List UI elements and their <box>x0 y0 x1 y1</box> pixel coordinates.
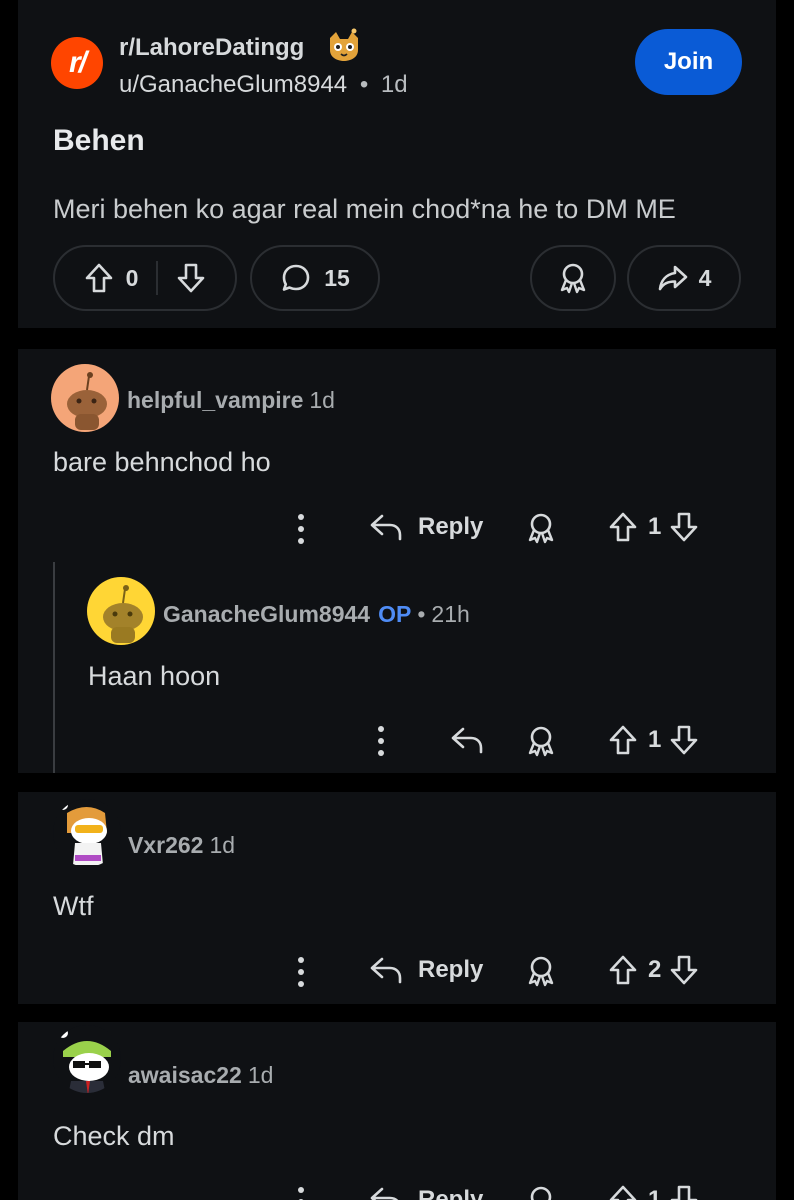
avatar[interactable] <box>87 577 155 645</box>
award-icon[interactable] <box>525 954 557 988</box>
comment-author[interactable]: Vxr262 1d <box>128 832 235 859</box>
meta-separator: • <box>359 71 369 98</box>
cat-badge-icon <box>330 28 358 61</box>
reply-button[interactable]: Reply <box>368 954 483 986</box>
post-meta: u/GanacheGlum8944 • 1d <box>119 71 408 99</box>
reply-arrow-icon[interactable] <box>449 724 485 756</box>
reply-arrow-icon <box>370 1187 399 1200</box>
share-button[interactable]: 4 <box>627 245 741 311</box>
more-options-icon[interactable] <box>293 512 309 546</box>
comment-score: 1 <box>648 1186 662 1200</box>
share-icon <box>658 265 687 291</box>
vote-bar: 0 <box>53 245 237 311</box>
join-button[interactable]: Join <box>635 29 742 95</box>
comment-votes: 2 <box>608 954 699 986</box>
post-card: r/ r/LahoreDatingg u/GanacheGlum8944 • 1… <box>18 0 776 328</box>
comment-author[interactable]: GanacheGlum8944 OP • 21h <box>163 601 470 628</box>
award-icon <box>560 263 586 294</box>
comment-time: 21h <box>431 601 470 627</box>
upvote-icon[interactable] <box>608 724 638 756</box>
reply-arrow-icon <box>370 957 402 984</box>
comment-time: 1d <box>209 832 236 858</box>
downvote-icon[interactable] <box>669 724 699 756</box>
award-icon[interactable] <box>525 724 557 758</box>
reply-arrow-icon <box>370 514 402 541</box>
comment-thread: Vxr262 1d Wtf Reply 2 <box>18 792 776 1004</box>
comment-bubble-icon <box>282 264 310 291</box>
share-count: 4 <box>698 264 712 291</box>
thread-line[interactable] <box>53 562 55 773</box>
vote-divider <box>156 261 159 295</box>
subreddit-logo[interactable]: r/ <box>51 37 103 89</box>
comment-text: Haan hoon <box>88 661 221 691</box>
reply-button[interactable]: Reply <box>368 1184 483 1200</box>
downvote-icon[interactable] <box>176 262 206 294</box>
comment-score: 1 <box>648 513 662 540</box>
post-score: 0 <box>125 264 139 291</box>
comment-count: 15 <box>324 264 350 291</box>
comment-time: 1d <box>247 1062 274 1088</box>
upvote-icon[interactable] <box>608 954 638 986</box>
post-body[interactable]: Meri behen ko agar real mein chod*na he … <box>53 194 676 225</box>
meta-separator: • <box>417 601 426 627</box>
snoo-avatar-icon <box>67 372 107 430</box>
post-time: 1d <box>380 71 408 98</box>
upvote-icon[interactable] <box>608 511 638 543</box>
comment-thread: awaisac22 1d Check dm Reply 1 <box>18 1022 776 1200</box>
award-button[interactable] <box>530 245 616 311</box>
comment-thread: helpful_vampire 1d bare behnchod ho Reply… <box>18 349 776 773</box>
downvote-icon[interactable] <box>669 954 699 986</box>
avatar[interactable] <box>51 364 119 432</box>
reply-label: Reply <box>418 1186 484 1200</box>
post-title[interactable]: Behen <box>53 124 145 158</box>
comment-votes: 1 <box>608 511 699 543</box>
comment-score: 1 <box>648 726 662 753</box>
upvote-icon[interactable] <box>84 262 114 294</box>
comments-button[interactable]: 15 <box>250 245 380 311</box>
subreddit-name[interactable]: r/LahoreDatingg <box>119 34 304 62</box>
more-options-icon[interactable] <box>373 724 389 758</box>
comment-time: 1d <box>309 387 335 413</box>
upvote-icon[interactable] <box>608 1184 638 1200</box>
comment-author[interactable]: helpful_vampire 1d <box>127 387 335 414</box>
comment-author[interactable]: awaisac22 1d <box>128 1062 273 1089</box>
downvote-icon[interactable] <box>669 1184 699 1200</box>
avatar[interactable] <box>53 799 121 867</box>
op-badge: OP <box>378 601 412 627</box>
more-options-icon[interactable] <box>293 955 309 989</box>
snoo-avatar-icon <box>103 585 143 643</box>
avatar[interactable] <box>53 1025 121 1093</box>
snoo-avatar-icon <box>58 800 107 865</box>
post-author[interactable]: u/GanacheGlum8944 <box>119 71 347 98</box>
comment-score: 2 <box>648 956 662 983</box>
comment-text: bare behnchod ho <box>53 447 271 477</box>
reply-button[interactable]: Reply <box>368 511 483 543</box>
reply-label: Reply <box>418 956 484 983</box>
comment-votes: 1 <box>608 724 699 756</box>
award-icon[interactable] <box>525 1184 557 1200</box>
award-icon[interactable] <box>525 511 557 545</box>
reply-label: Reply <box>418 513 484 540</box>
snoo-avatar-icon <box>58 1028 111 1093</box>
comment-text: Wtf <box>53 891 94 921</box>
downvote-icon[interactable] <box>669 511 699 543</box>
comment-votes: 1 <box>608 1184 699 1200</box>
more-options-icon[interactable] <box>293 1185 309 1200</box>
comment-text: Check dm <box>53 1121 175 1151</box>
